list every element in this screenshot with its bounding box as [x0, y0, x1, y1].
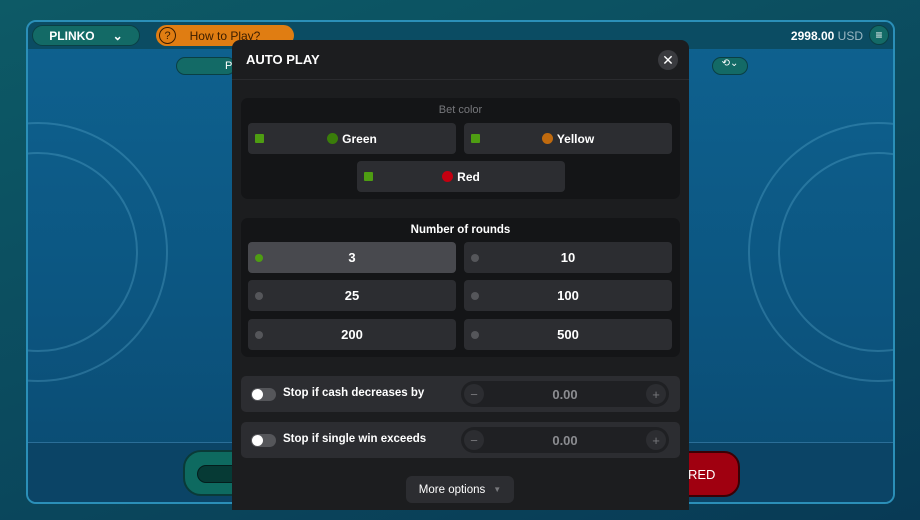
balance-amount: 2998.00 [790, 29, 835, 43]
stop-cash-label: Stop if cash decreases by [283, 387, 425, 399]
green-dot-icon [327, 133, 339, 144]
radio-icon [471, 254, 479, 262]
stop-cash-toggle[interactable] [251, 388, 276, 401]
game-name: PLINKO [49, 28, 95, 43]
more-options-label: More options [418, 483, 486, 496]
sub-pill[interactable]: P [176, 57, 236, 75]
checkbox-icon[interactable] [364, 172, 373, 181]
rounds-title: Number of rounds [410, 224, 511, 236]
yellow-dot-icon [541, 133, 553, 144]
close-icon[interactable]: ✕ [658, 50, 678, 70]
stop-win-stepper[interactable]: − 0.00 + [461, 427, 669, 453]
bet-color-red[interactable]: Red [357, 161, 565, 192]
bet-color-section: Bet color Green Yellow Red [241, 98, 680, 199]
option-label: 10 [560, 250, 576, 265]
stop-win-toggle[interactable] [251, 434, 276, 447]
radio-icon [471, 292, 479, 300]
balance: 2998.00 USD [791, 29, 863, 43]
rounds-option-10[interactable]: 10 [464, 242, 672, 273]
question-icon: ? [159, 27, 176, 44]
option-label: Red [457, 169, 480, 184]
caret-down-icon: ▼ [493, 485, 502, 494]
stop-cash-stepper[interactable]: − 0.00 + [461, 381, 669, 407]
rounds-option-200[interactable]: 200 [248, 319, 456, 350]
chevron-down-icon: ⌄ [112, 28, 123, 43]
stop-win-value[interactable]: 0.00 [552, 433, 577, 448]
radio-icon [255, 331, 263, 339]
stop-cash-row: Stop if cash decreases by − 0.00 + [241, 376, 680, 412]
option-label: 3 [348, 250, 356, 265]
option-label: Yellow [556, 131, 595, 146]
radio-icon [255, 292, 263, 300]
bet-color-green[interactable]: Green [248, 123, 456, 154]
minus-icon[interactable]: − [464, 384, 484, 404]
plus-icon[interactable]: + [646, 430, 666, 450]
red-dot-icon [442, 171, 454, 182]
radio-icon [471, 331, 479, 339]
checkbox-icon[interactable] [471, 134, 480, 143]
menu-icon[interactable]: ≡ [869, 25, 889, 45]
option-label: 100 [557, 288, 579, 303]
rounds-option-500[interactable]: 500 [464, 319, 672, 350]
modal-title: AUTO PLAY [246, 52, 320, 67]
option-label: 500 [557, 327, 579, 342]
rounds-option-25[interactable]: 25 [248, 280, 456, 311]
bet-color-yellow[interactable]: Yellow [464, 123, 672, 154]
currency: USD [837, 29, 863, 43]
minus-icon[interactable]: − [464, 430, 484, 450]
checkbox-icon[interactable] [255, 134, 264, 143]
stop-win-row: Stop if single win exceeds − 0.00 + [241, 422, 680, 458]
red-bet-label: RED [688, 466, 716, 482]
rounds-option-100[interactable]: 100 [464, 280, 672, 311]
bet-color-title: Bet color [438, 104, 483, 116]
history-icon[interactable]: ⟲⌄ [712, 57, 748, 75]
option-label: 200 [341, 327, 363, 342]
auto-play-modal: AUTO PLAY ✕ Bet color Green Yellow Red N… [232, 40, 689, 510]
stop-win-label: Stop if single win exceeds [283, 433, 427, 445]
plus-icon[interactable]: + [646, 384, 666, 404]
option-label: 25 [344, 288, 360, 303]
radio-icon [255, 254, 263, 262]
stop-cash-value[interactable]: 0.00 [552, 387, 577, 402]
rounds-section: Number of rounds 3 10 25 100 200 500 [241, 218, 680, 357]
more-options-button[interactable]: More options ▼ [406, 476, 514, 503]
game-selector[interactable]: PLINKO ⌄ [32, 25, 140, 46]
rounds-option-3[interactable]: 3 [248, 242, 456, 273]
option-label: Green [342, 131, 377, 146]
